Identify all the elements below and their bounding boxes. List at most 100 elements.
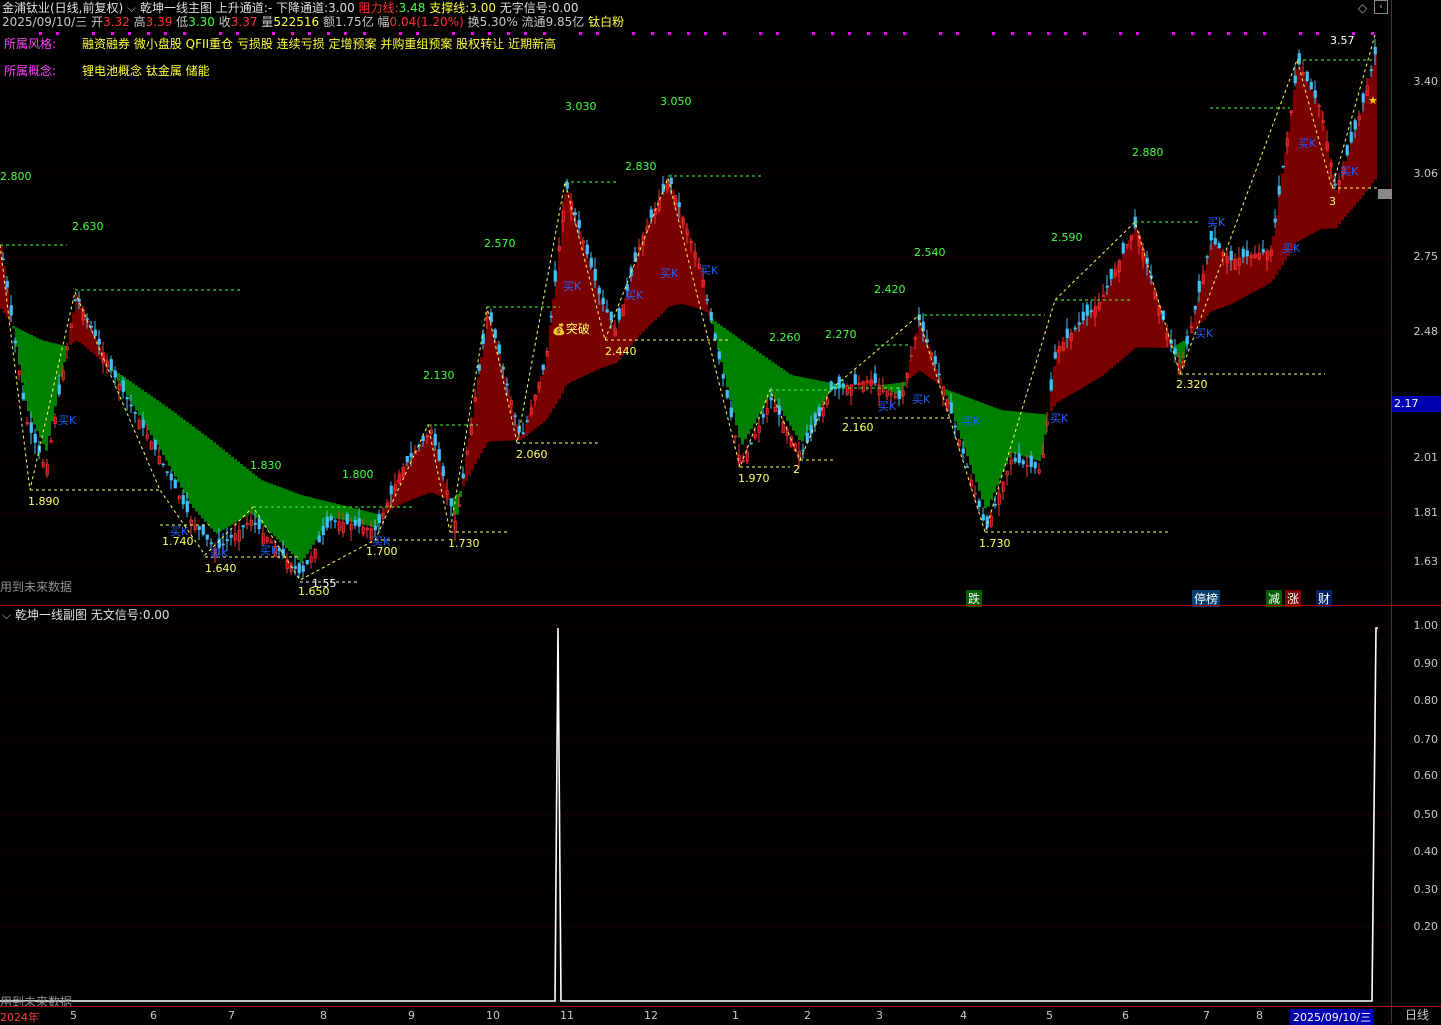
band-slice (39, 340, 42, 438)
support-label: 支撑线: (429, 1, 469, 15)
candle-body (1194, 306, 1197, 309)
time-tick: 12 (644, 1009, 658, 1022)
candle-body (1374, 47, 1377, 54)
signal-dot (596, 32, 599, 35)
band-slice (744, 343, 747, 440)
time-axis[interactable]: 2024年56789101112123456782025/09/10/三 (0, 1006, 1391, 1024)
band-slice (1101, 298, 1104, 376)
candle-body (1090, 311, 1093, 312)
stock-title[interactable]: 金浦钛业(日线,前复权) (2, 1, 123, 15)
buyk-signal: 买K (1195, 325, 1213, 341)
candle-body (230, 535, 233, 537)
chevron-down-icon[interactable]: ⌵ (2, 608, 11, 622)
band-slice (426, 435, 429, 493)
main-chart-panel[interactable]: 金浦钛业(日线,前复权) ⌵ 乾坤一线主图 上升通道:- 下降通道:3.00 阻… (0, 0, 1391, 605)
industry-tag[interactable]: 钛白粉 (588, 15, 624, 29)
amt-label: 额 (323, 15, 335, 29)
band-slice (645, 229, 648, 329)
time-tick: 1 (732, 1009, 739, 1022)
level-label: 3.050 (660, 95, 692, 108)
signal-dot (704, 32, 707, 35)
band-slice (732, 334, 735, 412)
candle-body (1206, 257, 1209, 258)
band-slice (333, 503, 336, 518)
candle-body (318, 536, 321, 542)
band-slice (498, 353, 501, 441)
band-slice (585, 251, 588, 375)
band-slice (741, 341, 744, 445)
candle-body (1210, 231, 1213, 240)
candle-body (142, 420, 145, 428)
band-slice (51, 343, 54, 421)
main-chart-canvas[interactable] (0, 0, 1391, 605)
band-slice (723, 328, 726, 375)
band-slice (1050, 390, 1053, 411)
sub-indicator-name[interactable]: 乾坤一线副图 (15, 608, 87, 622)
band-slice (1362, 102, 1365, 195)
band-slice (1155, 295, 1158, 348)
band-slice (468, 438, 471, 476)
signal-dot (956, 32, 959, 35)
candle-body (618, 309, 621, 320)
sub-chart-canvas[interactable] (0, 606, 1391, 1006)
price-tick: 3.40 (1414, 75, 1439, 88)
band-slice (474, 397, 477, 464)
collapse-icon[interactable]: ‹ (1374, 0, 1388, 14)
band-slice (1272, 236, 1275, 279)
signal-dot (848, 32, 851, 35)
level-label: 1.830 (250, 459, 282, 472)
candle-body (30, 423, 33, 433)
level-label: 2.260 (769, 331, 801, 344)
band-slice (651, 216, 654, 323)
signal-dot (579, 32, 582, 35)
signal-dot (759, 32, 762, 35)
candle-body (730, 408, 733, 417)
buyk-signal: 买K (1050, 410, 1068, 426)
candle-body (1214, 238, 1217, 244)
candle-body (726, 390, 729, 397)
candle-body (1198, 281, 1201, 292)
band-slice (1317, 104, 1320, 231)
candle-body (438, 449, 441, 460)
band-slice (117, 373, 120, 381)
signal-dot (1172, 32, 1175, 35)
band-slice (189, 424, 192, 504)
band-slice (1212, 242, 1215, 311)
candle-body (542, 365, 545, 370)
main-indicator-name[interactable]: 乾坤一线主图 (140, 1, 212, 15)
band-slice (270, 484, 273, 534)
band-slice (489, 318, 492, 442)
band-slice (576, 221, 579, 379)
candle-body (1218, 244, 1221, 248)
band-slice (1053, 366, 1056, 406)
band-slice (27, 334, 30, 412)
band-slice (786, 372, 789, 421)
band-slice (1278, 194, 1281, 270)
level-label: 2.420 (874, 283, 906, 296)
candle-body (1262, 249, 1265, 252)
band-slice (663, 189, 666, 311)
sub-chart-panel[interactable]: ⌵ 乾坤一线副图 无文信号:0.00 用到未来数据 (0, 606, 1391, 1006)
diamond-icon[interactable]: ◇ (1358, 1, 1367, 15)
buyk-signal: 买K (700, 262, 718, 278)
band-slice (201, 433, 204, 518)
scroll-marker[interactable] (1378, 189, 1392, 199)
signal-dot (363, 32, 366, 35)
vol-value: 522516 (273, 15, 319, 29)
signal-dot (308, 32, 311, 35)
band-slice (1149, 274, 1152, 348)
chevron-down-icon[interactable]: ⌵ (127, 1, 136, 15)
time-tick: 8 (1256, 1009, 1263, 1022)
signal-dot (399, 32, 402, 35)
high-value: 3.39 (146, 15, 173, 29)
price-axis[interactable]: 3.403.062.752.482.011.811.63 2.17 1.000.… (1391, 0, 1441, 1023)
signal-dot (147, 32, 150, 35)
candle-body (242, 526, 245, 527)
band-slice (894, 383, 897, 394)
buyk-signal: 买K (372, 533, 390, 549)
level-label: 2.060 (516, 448, 548, 461)
band-slice (279, 487, 282, 542)
band-slice (21, 331, 24, 383)
low-label: 低 (176, 15, 188, 29)
period-label[interactable]: 日线 (1392, 1006, 1441, 1024)
